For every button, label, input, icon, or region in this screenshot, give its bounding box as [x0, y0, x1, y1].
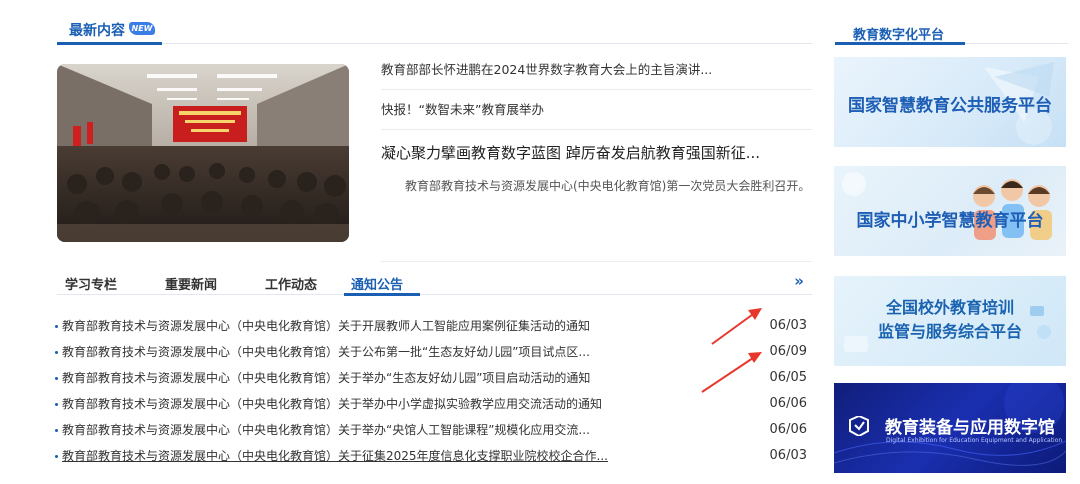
- platform-name: 国家智慧教育公共服务平台: [848, 96, 1052, 116]
- top-news-list: 教育部部长怀进鹏在2024世界数字教育大会上的主旨演讲... 快报！“数智未来”…: [381, 50, 812, 262]
- tab-study-column[interactable]: 学习专栏: [65, 274, 117, 293]
- bullet-icon: [55, 403, 58, 406]
- platform-section-header: 教育数字化平台: [835, 18, 1068, 45]
- bullet-icon: [55, 455, 58, 458]
- notice-title[interactable]: 教育部教育技术与资源发展中心（中央电化教育馆）关于举办“央馆人工智能课程”规模化…: [62, 417, 662, 443]
- notice-date: 06/03: [769, 318, 807, 333]
- notice-title[interactable]: 教育部教育技术与资源发展中心（中央电化教育馆）关于举办“生态友好幼儿园”项目启动…: [62, 365, 662, 391]
- notice-title[interactable]: 教育部教育技术与资源发展中心（中央电化教育馆）关于公布第一批“生态友好幼儿园”项…: [62, 339, 662, 365]
- platform-name-line2: 监管与服务综合平台: [877, 322, 1022, 341]
- featured-news-title[interactable]: 凝心聚力擘画教育数字蓝图 踔厉奋发启航教育强国新征...: [381, 142, 812, 164]
- bullet-icon: [55, 325, 58, 328]
- notice-title[interactable]: 教育部教育技术与资源发展中心（中央电化教育馆）关于征集2025年度信息化支撑职业…: [62, 443, 662, 469]
- latest-section-title: 最新内容: [69, 23, 125, 39]
- top-news-item[interactable]: 教育部部长怀进鹏在2024世界数字教育大会上的主旨演讲...: [381, 50, 812, 90]
- bullet-icon: [55, 351, 58, 354]
- notice-title[interactable]: 教育部教育技术与资源发展中心（中央电化教育馆）关于开展教师人工智能应用案例征集活…: [62, 313, 662, 339]
- platform-banner-equipment-museum[interactable]: 教育装备与应用数字馆 Digital Exhibition for Educat…: [834, 383, 1066, 473]
- new-badge: NEW: [129, 22, 155, 35]
- notice-title[interactable]: 教育部教育技术与资源发展中心（中央电化教育馆）关于举办中小学虚拟实验教学应用交流…: [62, 391, 662, 417]
- list-item[interactable]: 教育部教育技术与资源发展中心（中央电化教育馆）关于征集2025年度信息化支撑职业…: [55, 443, 807, 469]
- platform-banner-k12[interactable]: 国家中小学智慧教育平台: [834, 166, 1066, 256]
- featured-news-desc: 教育部教育技术与资源发展中心(中央电化教育馆)第一次党员大会胜利召开。: [405, 179, 811, 193]
- notice-date: 06/09: [769, 344, 807, 359]
- platform-name: 国家中小学智慧教育平台: [856, 211, 1044, 231]
- news-tabs: 学习专栏 重要新闻 工作动态 通知公告 »: [57, 271, 812, 296]
- notice-date: 06/06: [769, 422, 807, 437]
- active-tab-underline: [344, 293, 420, 296]
- tab-important-news[interactable]: 重要新闻: [165, 274, 217, 293]
- platform-name: 教育装备与应用数字馆: [885, 418, 1055, 438]
- tab-notices[interactable]: 通知公告: [351, 274, 403, 293]
- bullet-icon: [55, 429, 58, 432]
- notice-date: 06/03: [769, 448, 807, 463]
- top-news-item[interactable]: 快报！“数智未来”教育展举办: [381, 90, 812, 130]
- annotation-arrows: [701, 308, 762, 393]
- notice-date: 06/06: [769, 396, 807, 411]
- platform-subtitle: Digital Exhibition for Education Equipme…: [886, 437, 1063, 444]
- featured-news-photo[interactable]: [57, 64, 349, 242]
- platform-banner-offcampus-training[interactable]: 全国校外教育培训 监管与服务综合平台: [834, 276, 1066, 366]
- featured-news[interactable]: 凝心聚力擘画教育数字蓝图 踔厉奋发启航教育强国新征... 教育部教育技术与资源发…: [381, 142, 812, 262]
- list-item[interactable]: 教育部教育技术与资源发展中心（中央电化教育馆）关于举办“央馆人工智能课程”规模化…: [55, 417, 807, 443]
- more-link[interactable]: »: [794, 272, 804, 290]
- section-underline: [57, 42, 162, 45]
- tab-work-updates[interactable]: 工作动态: [265, 274, 317, 293]
- section-underline: [835, 42, 965, 45]
- platform-banner-public-service[interactable]: 国家智慧教育公共服务平台: [834, 57, 1066, 147]
- platform-name-line1: 全国校外教育培训: [885, 298, 1014, 317]
- meeting-hall-image: [57, 64, 349, 242]
- notice-date: 06/05: [769, 370, 807, 385]
- platform-section-title: 教育数字化平台: [853, 28, 945, 43]
- latest-section-header: 最新内容 NEW: [57, 18, 812, 45]
- bullet-icon: [55, 377, 58, 380]
- platform-name: 全国校外教育培训 监管与服务综合平台: [834, 296, 1066, 344]
